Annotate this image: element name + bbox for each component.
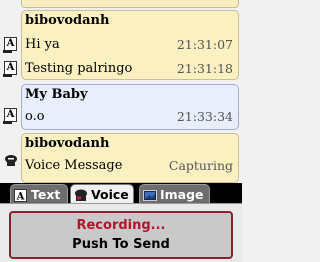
tab-image[interactable]: Image (139, 184, 210, 203)
chat-history[interactable]: bibovodanh Hi ya 21:31:07 Testing palrin… (0, 0, 242, 183)
tab-label: Text (31, 187, 61, 202)
tab-text[interactable]: A Text (10, 184, 68, 203)
message-time: 21:31:07 (176, 37, 233, 52)
text-message-icon: A (3, 61, 17, 77)
message-row: o.o 21:33:34 (25, 106, 235, 128)
sender-name: bibovodanh (25, 13, 110, 28)
tab-label: Image (160, 187, 204, 202)
message-group: bibovodanh Hi ya 21:31:07 Testing palrin… (21, 10, 239, 80)
message-text: Hi ya (25, 37, 60, 52)
previous-message-card (21, 0, 239, 8)
message-text: o.o (25, 109, 45, 124)
message-text: Testing palringo (25, 61, 133, 76)
text-message-icon: A (3, 108, 17, 124)
push-to-send-button[interactable]: Recording... Push To Send (9, 211, 233, 259)
tab-bar: A Text Voice Image (0, 183, 242, 204)
voice-message-icon (4, 154, 17, 168)
sender-name: bibovodanh (25, 136, 110, 151)
push-to-send-label: Push To Send (72, 237, 170, 252)
message-group: My Baby o.o 21:33:34 (21, 84, 239, 130)
voice-panel: Recording... Push To Send (0, 203, 242, 262)
message-row: Voice Message Capturing (25, 155, 235, 177)
message-time: Capturing (168, 158, 233, 173)
tab-voice[interactable]: Voice (70, 184, 134, 204)
message-row: Testing palringo 21:31:18 (25, 58, 235, 80)
message-group: bibovodanh Voice Message Capturing (21, 133, 239, 183)
message-time: 21:33:34 (176, 109, 233, 124)
svg-text:A: A (16, 192, 25, 203)
sender-name: My Baby (25, 87, 88, 102)
message-row: Hi ya 21:31:07 (25, 34, 235, 56)
text-message-icon: A (3, 37, 17, 53)
tab-label: Voice (91, 187, 129, 202)
message-time: 21:31:18 (176, 61, 233, 76)
message-text: Voice Message (25, 158, 123, 173)
recording-status: Recording... (76, 218, 166, 233)
